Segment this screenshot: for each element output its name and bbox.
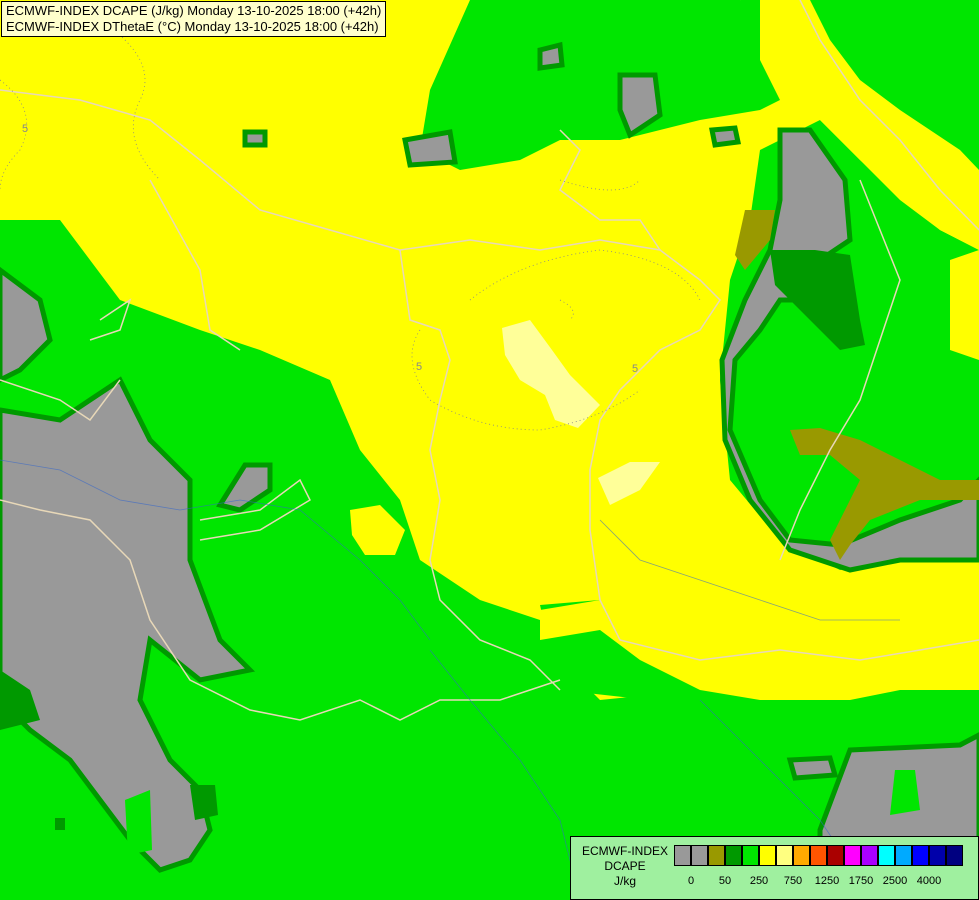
legend-swatch (742, 845, 759, 866)
legend-swatch (861, 845, 878, 866)
title-dthetae: ECMWF-INDEX DThetaE (°C) Monday 13-10-20… (6, 19, 379, 34)
legend-swatch (674, 845, 691, 866)
legend-variable: DCAPE (604, 859, 646, 873)
contour-label: 5 (22, 123, 28, 135)
legend-tick-label: 4000 (916, 875, 942, 887)
legend-tick-label: 750 (783, 875, 803, 887)
legend-swatch (878, 845, 895, 866)
legend-tick-label: 250 (749, 875, 769, 887)
legend-swatch (810, 845, 827, 866)
legend-swatch (827, 845, 844, 866)
legend-tick-label: 0 (687, 875, 695, 887)
legend-swatch (895, 845, 912, 866)
legend-model: ECMWF-INDEX (582, 844, 668, 858)
title-dcape: ECMWF-INDEX DCAPE (J/kg) Monday 13-10-20… (6, 3, 382, 18)
legend-ticks: 0 50 250 750 1250 1750 2500 4000 (674, 875, 974, 889)
legend-tick-label: 1250 (814, 875, 840, 887)
legend-swatches (674, 845, 963, 866)
map-title: ECMWF-INDEX DCAPE (J/kg) Monday 13-10-20… (1, 1, 387, 37)
legend-swatch (776, 845, 793, 866)
legend-unit: J/kg (613, 874, 636, 888)
legend-tick-label: 2500 (882, 875, 908, 887)
contour-label: 5 (632, 363, 638, 375)
legend-swatch (844, 845, 861, 866)
legend-tick-label: 1750 (848, 875, 874, 887)
legend-swatch (912, 845, 929, 866)
legend-swatch (929, 845, 946, 866)
legend-tick-label: 50 (718, 875, 732, 887)
color-legend: ECMWF-INDEX DCAPE J/kg 0 50 250 750 1250 1750… (570, 836, 979, 900)
legend-title: ECMWF-INDEX DCAPE J/kg (575, 844, 675, 889)
legend-swatch (946, 845, 963, 866)
legend-swatch (759, 845, 776, 866)
legend-swatch (725, 845, 742, 866)
legend-swatch (691, 845, 708, 866)
dcape-map: 5 5 5 (0, 0, 979, 900)
contour-label: 5 (416, 361, 422, 373)
legend-swatch (793, 845, 810, 866)
legend-swatch (708, 845, 725, 866)
